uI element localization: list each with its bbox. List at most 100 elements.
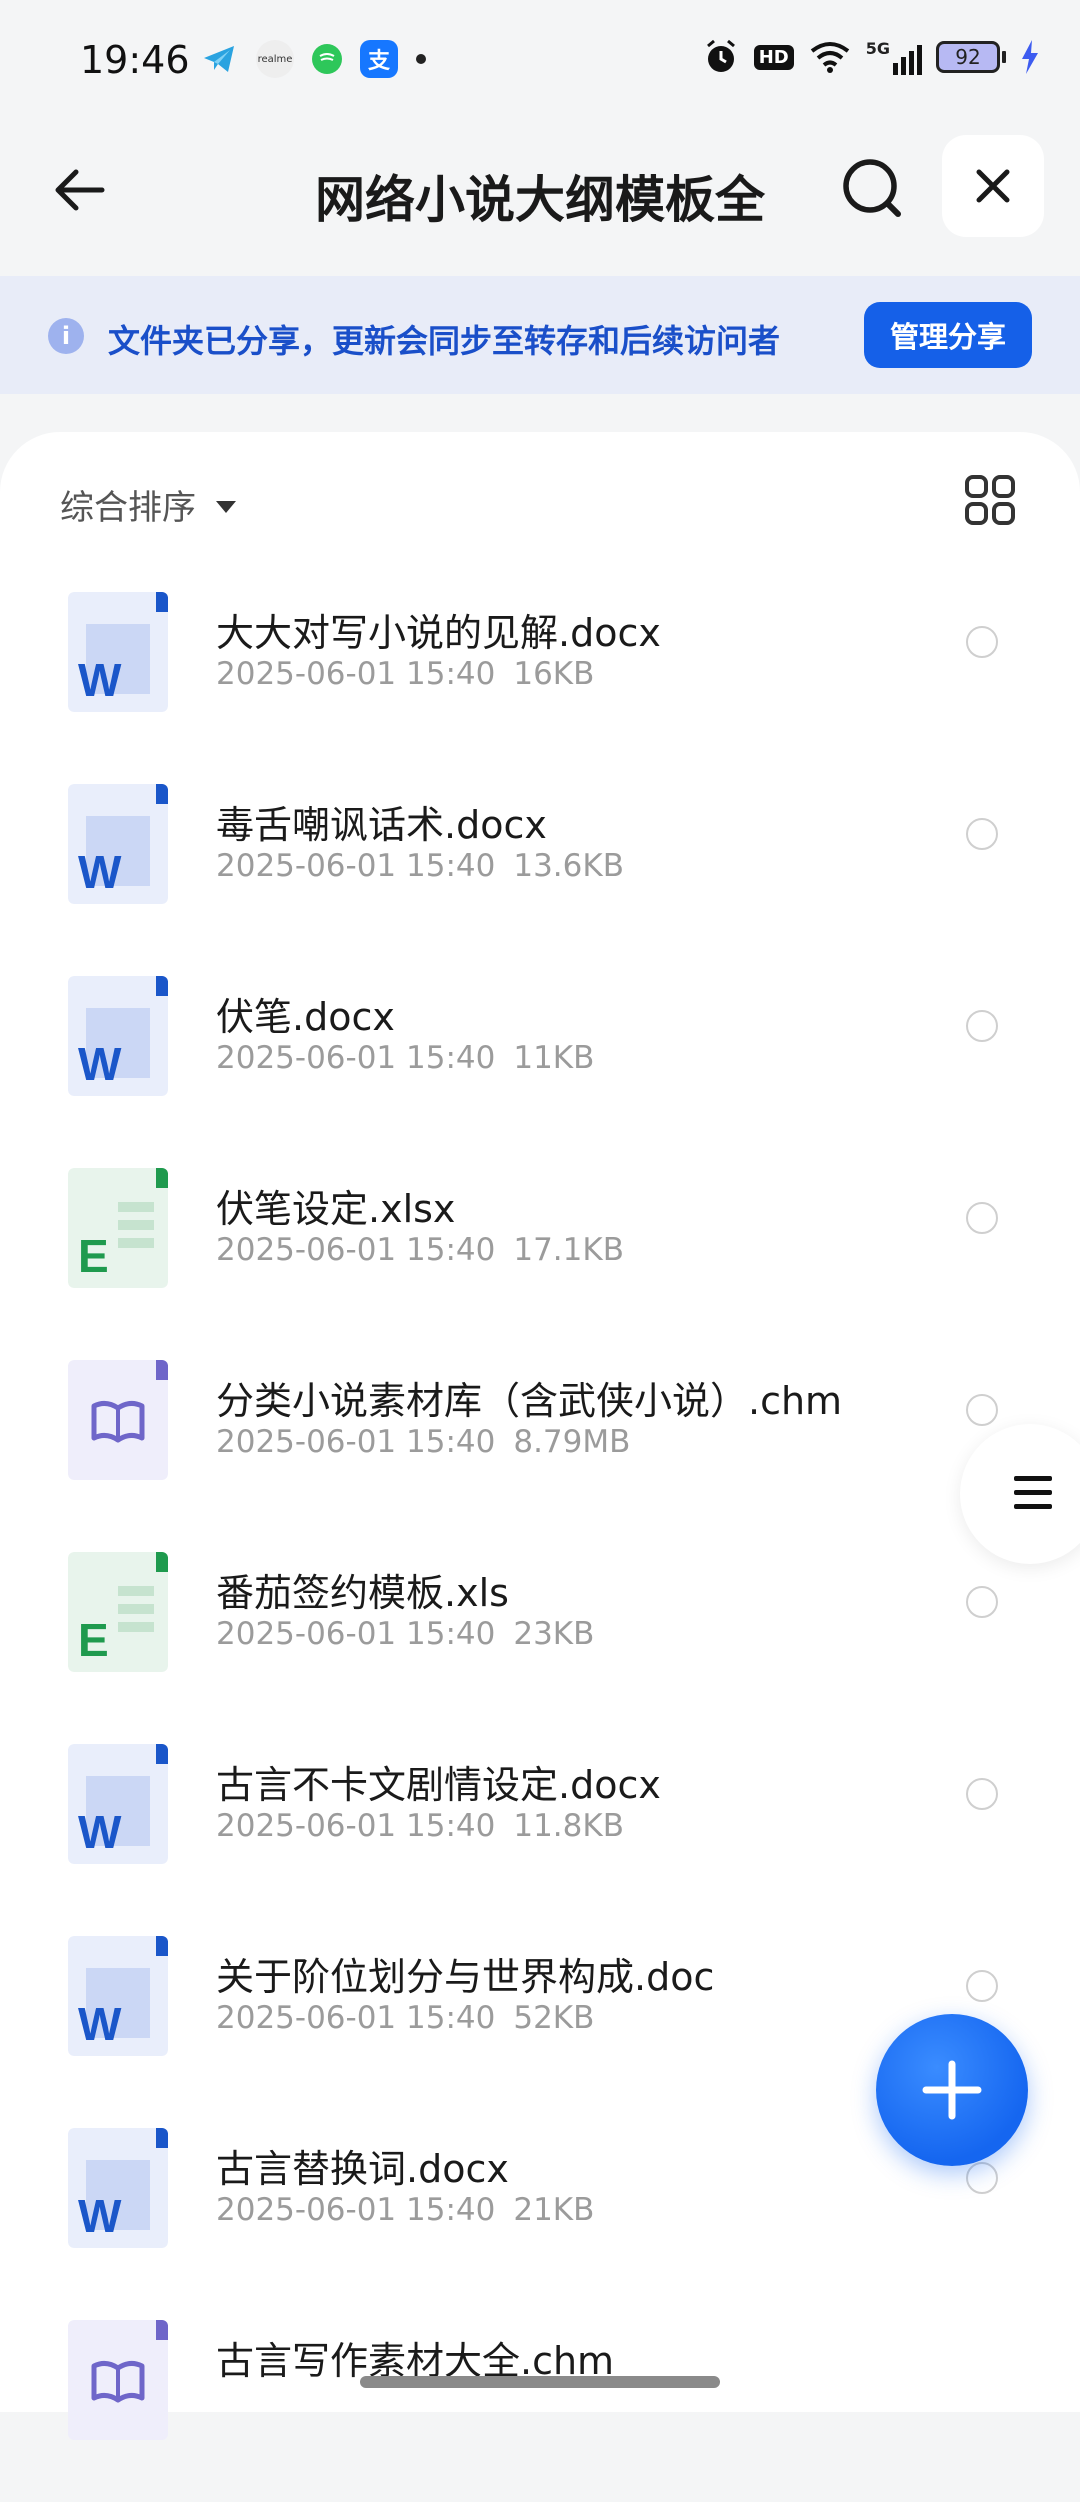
wifi-icon bbox=[810, 42, 849, 73]
svg-text:W: W bbox=[78, 1806, 122, 1858]
page-title: 网络小说大纲模板全 bbox=[315, 171, 765, 229]
svg-text:W: W bbox=[78, 846, 122, 898]
add-button[interactable] bbox=[876, 2014, 1028, 2166]
svg-text:W: W bbox=[78, 1998, 122, 2050]
file-size: 11.8KB bbox=[513, 1808, 624, 1844]
select-radio[interactable] bbox=[966, 1586, 998, 1618]
share-message: 文件夹已分享，更新会同步至转存和后续访问者 bbox=[108, 322, 781, 360]
file-date: 2025-06-01 15:40 bbox=[216, 656, 496, 692]
select-radio[interactable] bbox=[966, 1778, 998, 1810]
info-icon: i bbox=[48, 318, 84, 354]
menu-icon bbox=[1014, 1476, 1052, 1518]
svg-text:W: W bbox=[78, 654, 122, 706]
system-icons: HD 5G 92 bbox=[702, 38, 1040, 76]
share-banner: i 文件夹已分享，更新会同步至转存和后续访问者 管理分享 bbox=[0, 276, 1080, 394]
alarm-icon bbox=[706, 39, 735, 72]
alipay-icon: 支 bbox=[360, 40, 398, 78]
notification-icons: realme 支 bbox=[200, 40, 426, 78]
file-date: 2025-06-01 15:40 bbox=[216, 1232, 496, 1268]
close-icon bbox=[976, 169, 1010, 203]
file-name: 古言替换词.docx bbox=[216, 2147, 509, 2191]
status-bar: 19:46 realme 支 HD 5G 92 bbox=[0, 0, 1080, 120]
file-date: 2025-06-01 15:40 bbox=[216, 2192, 496, 2228]
word-file-icon: W bbox=[68, 976, 168, 1096]
file-list-item[interactable]: 分类小说素材库（含武侠小说）.chm 2025-06-01 15:40 8.79MB bbox=[0, 1350, 1080, 1542]
sort-dropdown[interactable]: 综合排序 bbox=[60, 480, 236, 529]
file-name: 分类小说素材库（含武侠小说）.chm bbox=[216, 1379, 843, 1423]
battery-level: 92 bbox=[955, 45, 981, 69]
select-radio[interactable] bbox=[966, 1970, 998, 2002]
chm-file-icon bbox=[68, 2320, 168, 2440]
file-date: 2025-06-01 15:40 bbox=[216, 1040, 496, 1076]
file-list-item[interactable]: 古言写作素材大全.chm bbox=[0, 2310, 1080, 2502]
file-date: 2025-06-01 15:40 bbox=[216, 1808, 496, 1844]
search-icon bbox=[843, 159, 901, 217]
file-size: 21KB bbox=[513, 2192, 595, 2228]
file-meta: 2025-06-01 15:40 23KB bbox=[216, 1616, 612, 1652]
file-name: 番茄签约模板.xls bbox=[216, 1571, 509, 1615]
more-notifications-dot bbox=[416, 54, 426, 64]
select-radio[interactable] bbox=[966, 1010, 998, 1042]
file-size: 52KB bbox=[513, 2000, 595, 2036]
file-meta: 2025-06-01 15:40 21KB bbox=[216, 2192, 612, 2228]
file-name: 关于阶位划分与世界构成.doc bbox=[216, 1955, 715, 1999]
file-name: 伏笔.docx bbox=[216, 995, 395, 1039]
file-size: 8.79MB bbox=[513, 1424, 631, 1460]
select-radio[interactable] bbox=[966, 2162, 998, 2194]
file-date: 2025-06-01 15:40 bbox=[216, 1616, 496, 1652]
caret-down-icon bbox=[216, 500, 236, 513]
word-file-icon: W bbox=[68, 592, 168, 712]
realme-label: realme bbox=[257, 53, 293, 65]
file-name: 毒舌嘲讽话术.docx bbox=[216, 803, 547, 847]
select-radio[interactable] bbox=[966, 1202, 998, 1234]
charging-icon bbox=[1022, 40, 1038, 74]
network-label: 5G bbox=[865, 39, 890, 58]
file-size: 16KB bbox=[513, 656, 595, 692]
file-list-item[interactable]: E 伏笔设定.xlsx 2025-06-01 15:40 17.1KB bbox=[0, 1158, 1080, 1350]
file-size: 17.1KB bbox=[513, 1232, 624, 1268]
excel-file-icon: E bbox=[68, 1552, 168, 1672]
file-list-item[interactable]: E 番茄签约模板.xls 2025-06-01 15:40 23KB bbox=[0, 1542, 1080, 1734]
file-meta: 2025-06-01 15:40 16KB bbox=[216, 656, 612, 692]
excel-file-icon: E bbox=[68, 1168, 168, 1288]
close-button[interactable] bbox=[942, 135, 1044, 237]
chat-icon bbox=[312, 44, 342, 74]
file-list: W 大大对写小说的见解.docx 2025-06-01 15:40 16KB W 毒舌嘲讽… bbox=[0, 582, 1080, 2502]
file-name: 古言不卡文剧情设定.docx bbox=[216, 1763, 661, 1807]
search-button[interactable] bbox=[838, 154, 908, 224]
file-name: 大大对写小说的见解.docx bbox=[216, 611, 661, 655]
hd-label: HD bbox=[758, 46, 789, 68]
home-indicator[interactable] bbox=[360, 2376, 720, 2388]
sort-label: 综合排序 bbox=[60, 488, 196, 528]
file-list-item[interactable]: W 大大对写小说的见解.docx 2025-06-01 15:40 16KB bbox=[0, 582, 1080, 774]
word-file-icon: W bbox=[68, 1936, 168, 2056]
file-date: 2025-06-01 15:40 bbox=[216, 1424, 496, 1460]
file-meta: 2025-06-01 15:40 13.6KB bbox=[216, 848, 642, 884]
battery-icon: 92 bbox=[936, 41, 1006, 73]
file-size: 23KB bbox=[513, 1616, 595, 1652]
file-meta: 2025-06-01 15:40 52KB bbox=[216, 2000, 612, 2036]
svg-text:E: E bbox=[78, 1230, 109, 1282]
alipay-label: 支 bbox=[367, 49, 390, 74]
file-date: 2025-06-01 15:40 bbox=[216, 2000, 496, 2036]
telegram-icon bbox=[200, 40, 238, 78]
select-radio[interactable] bbox=[966, 818, 998, 850]
app-header: 网络小说大纲模板全 bbox=[0, 130, 1080, 250]
file-list-item[interactable]: W 伏笔.docx 2025-06-01 15:40 11KB bbox=[0, 966, 1080, 1158]
file-name: 伏笔设定.xlsx bbox=[216, 1187, 456, 1231]
manage-share-button[interactable]: 管理分享 bbox=[864, 302, 1032, 368]
word-file-icon: W bbox=[68, 784, 168, 904]
file-size: 13.6KB bbox=[513, 848, 624, 884]
svg-text:W: W bbox=[78, 2190, 122, 2242]
file-list-item[interactable]: W 古言不卡文剧情设定.docx 2025-06-01 15:40 11.8KB bbox=[0, 1734, 1080, 1926]
hd-icon: HD bbox=[753, 44, 794, 70]
file-meta: 2025-06-01 15:40 11KB bbox=[216, 1040, 612, 1076]
grid-view-button[interactable] bbox=[964, 474, 1016, 526]
select-radio[interactable] bbox=[966, 626, 998, 658]
svg-text:E: E bbox=[78, 1614, 109, 1666]
realme-icon: realme bbox=[256, 40, 294, 78]
file-list-item[interactable]: W 毒舌嘲讽话术.docx 2025-06-01 15:40 13.6KB bbox=[0, 774, 1080, 966]
select-radio[interactable] bbox=[966, 1394, 998, 1426]
file-meta: 2025-06-01 15:40 17.1KB bbox=[216, 1232, 642, 1268]
file-meta: 2025-06-01 15:40 8.79MB bbox=[216, 1424, 648, 1460]
